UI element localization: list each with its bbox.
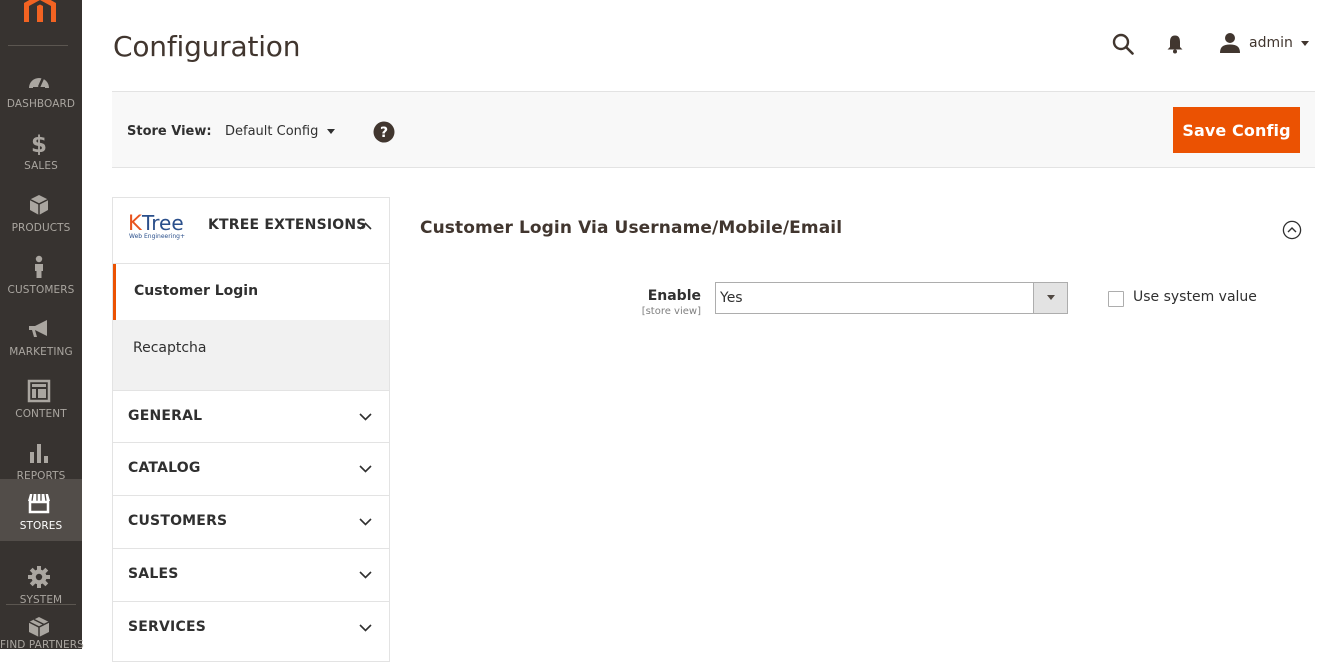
dollar-icon: $ xyxy=(31,132,47,155)
user-icon xyxy=(1220,33,1240,53)
layout-icon xyxy=(27,379,51,403)
tab-group-ktree-extensions[interactable]: K Tree Web Engineering+ KTREE EXTENSIONS xyxy=(112,197,390,263)
user-name: admin xyxy=(1249,35,1293,51)
tab-item-label: Recaptcha xyxy=(133,340,207,356)
help-icon[interactable]: ? xyxy=(373,121,395,143)
menu-item-find-partners[interactable]: FIND PARTNERS xyxy=(0,603,84,651)
tab-section-label: SERVICES xyxy=(128,619,206,635)
menu-item-label: PRODUCTS xyxy=(11,222,71,234)
menu-item-customers[interactable]: CUSTOMERS xyxy=(0,243,82,305)
tab-section-services[interactable]: SERVICES xyxy=(112,602,390,662)
enable-select[interactable]: Yes xyxy=(715,282,1068,314)
magento-logo-icon[interactable] xyxy=(23,0,57,22)
tab-section-label: CATALOG xyxy=(128,460,201,476)
store-view-switcher[interactable]: Default Config xyxy=(225,124,336,139)
bar-chart-icon xyxy=(30,444,48,463)
person-icon xyxy=(35,255,43,278)
tab-item-label: Customer Login xyxy=(134,283,259,299)
chevron-down-icon xyxy=(359,518,372,526)
select-dropdown-button[interactable] xyxy=(1033,283,1067,313)
caret-down-icon xyxy=(1300,40,1309,46)
ktree-logo: K Tree Web Engineering+ xyxy=(128,211,190,240)
store-icon xyxy=(28,493,50,514)
menu-item-label: MARKETING xyxy=(9,346,73,358)
store-view-value: Default Config xyxy=(225,124,319,139)
menu-item-marketing[interactable]: MARKETING xyxy=(0,305,82,367)
enable-select-value: Yes xyxy=(720,290,743,306)
tab-section-label: GENERAL xyxy=(128,408,203,424)
menu-item-sales[interactable]: $ SALES xyxy=(0,119,82,181)
chevron-down-icon xyxy=(359,465,372,473)
store-view-label: Store View: xyxy=(127,124,212,139)
cube-icon xyxy=(28,617,50,637)
config-tabs: K Tree Web Engineering+ KTREE EXTENSIONS… xyxy=(112,197,390,662)
user-account-menu[interactable]: admin xyxy=(1220,31,1309,55)
menu-item-products[interactable]: PRODUCTS xyxy=(0,181,82,243)
use-system-value-label[interactable]: Use system value xyxy=(1133,289,1257,305)
bell-icon[interactable] xyxy=(1166,34,1184,54)
menu-item-label: FIND PARTNERS xyxy=(0,639,84,651)
search-icon[interactable] xyxy=(1112,33,1134,55)
tab-section-label: CUSTOMERS xyxy=(128,513,228,529)
admin-menu: DASHBOARD $ SALES PRODUCTS CUSTOMERS MAR… xyxy=(0,0,84,651)
use-system-value-checkbox[interactable] xyxy=(1108,291,1124,307)
menu-separator xyxy=(8,45,68,46)
field-scope-note: [store view] xyxy=(641,306,701,317)
menu-item-label: DASHBOARD xyxy=(6,98,76,110)
enable-field-label: Enable xyxy=(647,288,701,304)
tab-item-recaptcha[interactable]: Recaptcha xyxy=(113,320,389,390)
page-title: Configuration xyxy=(113,30,301,63)
menu-item-stores[interactable]: STORES xyxy=(0,479,82,541)
chevron-down-icon xyxy=(359,624,372,632)
svg-text:$: $ xyxy=(31,132,47,155)
gear-icon xyxy=(28,566,50,588)
svg-text:K: K xyxy=(128,212,143,235)
save-config-button[interactable]: Save Config xyxy=(1173,107,1300,153)
chevron-down-icon xyxy=(359,413,372,421)
chevron-down-icon xyxy=(359,571,372,579)
caret-down-icon xyxy=(1047,295,1055,300)
tab-section-general[interactable]: GENERAL xyxy=(112,390,390,443)
tab-item-customer-login[interactable]: Customer Login xyxy=(113,264,389,320)
dashboard-icon xyxy=(29,77,49,88)
tab-section-customers[interactable]: CUSTOMERS xyxy=(112,496,390,549)
megaphone-icon xyxy=(29,320,47,337)
tab-group-title: KTREE EXTENSIONS xyxy=(208,217,367,233)
store-view-bar: Store View: Default Config ? Save Config xyxy=(112,91,1315,168)
chevron-up-icon xyxy=(359,222,372,230)
menu-item-dashboard[interactable]: DASHBOARD xyxy=(0,57,82,119)
svg-text:Tree: Tree xyxy=(141,212,184,235)
tab-section-label: SALES xyxy=(128,566,179,582)
box-icon xyxy=(29,195,49,215)
section-title[interactable]: Customer Login Via Username/Mobile/Email xyxy=(420,218,842,238)
caret-down-icon xyxy=(327,129,336,134)
collapse-section-icon[interactable] xyxy=(1282,220,1302,240)
menu-item-label: SALES xyxy=(24,160,58,172)
tab-section-sales[interactable]: SALES xyxy=(112,549,390,602)
menu-item-content[interactable]: CONTENT xyxy=(0,367,82,429)
svg-text:Web Engineering+: Web Engineering+ xyxy=(129,233,185,240)
menu-item-label: CONTENT xyxy=(15,408,67,420)
tab-section-catalog[interactable]: CATALOG xyxy=(112,443,390,496)
svg-text:?: ? xyxy=(380,125,388,141)
tab-sub-list: Customer Login Recaptcha xyxy=(112,263,390,390)
menu-item-label: CUSTOMERS xyxy=(7,284,75,296)
menu-item-label: STORES xyxy=(19,520,63,532)
